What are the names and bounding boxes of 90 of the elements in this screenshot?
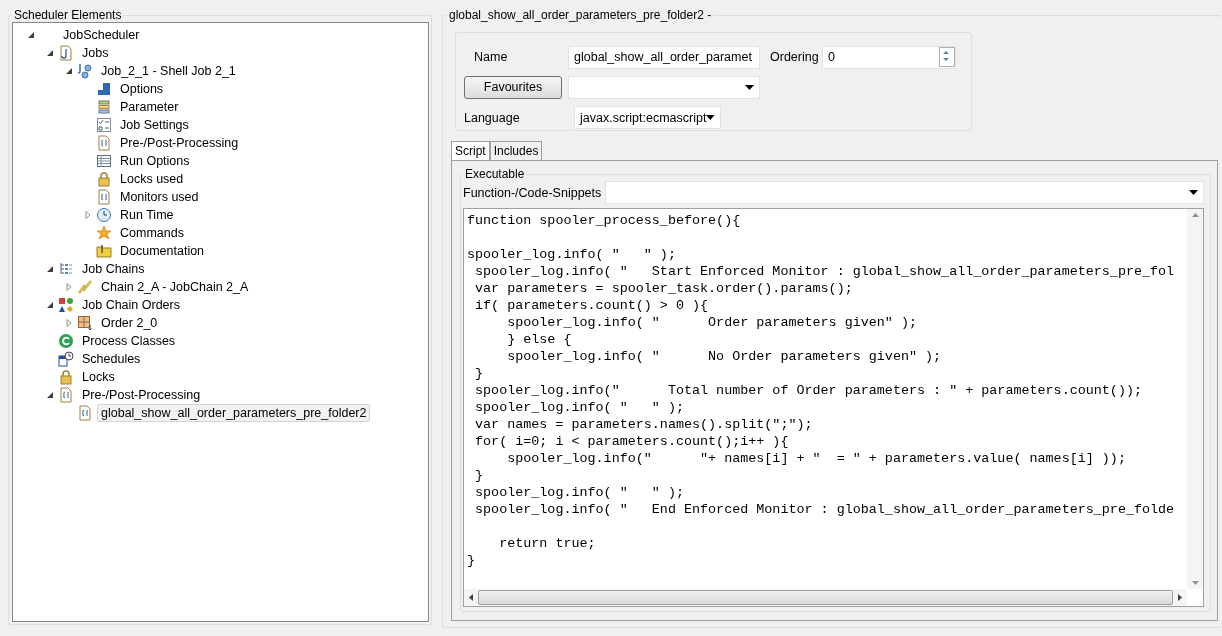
tree-item[interactable]: Locks (78, 368, 119, 386)
script-icon (96, 135, 112, 151)
calendar-icon (58, 351, 74, 367)
code-line: } (474, 467, 485, 484)
table-icon (96, 153, 112, 169)
panel-title: global_show_all_order_parameters_pre_folder2 - (448, 8, 713, 22)
tree-item[interactable]: Schedules (78, 350, 145, 368)
code-line: } (467, 552, 477, 569)
script-icon (77, 405, 93, 421)
collapse-arrow-icon[interactable] (46, 301, 54, 309)
panel-title: Scheduler Elements (13, 8, 123, 22)
code-line: var parameters = spooler_task.order().params(); (474, 280, 854, 297)
script-icon (58, 387, 74, 403)
tree-item[interactable]: Pre-/Post-Processing (78, 386, 205, 404)
folder-icon (96, 243, 112, 259)
tree-item[interactable]: Run Time (116, 206, 178, 224)
chain-icon (77, 279, 93, 295)
tree-item[interactable]: Commands (116, 224, 188, 242)
expand-arrow-icon[interactable] (84, 211, 92, 219)
star-icon (96, 225, 112, 241)
tree-item[interactable]: global_show_all_order_parameters_pre_folder2 (97, 404, 371, 422)
clock-icon (96, 207, 112, 223)
tree-item[interactable]: Run Options (116, 152, 194, 170)
collapse-arrow-icon[interactable] (46, 391, 54, 399)
code-line: var names = parameters.names().split(";"); (474, 416, 814, 433)
collapse-arrow-icon[interactable] (46, 49, 54, 57)
name-field[interactable]: global_show_all_order_paramet (568, 45, 760, 69)
scroll-left-icon[interactable] (466, 593, 476, 602)
language-label: Language (464, 110, 521, 125)
code-line: function spooler_process_before(){ (467, 212, 742, 229)
circle-icon (58, 333, 74, 349)
code-line: if( parameters.count() > 0 ){ (474, 297, 710, 314)
script-icon (96, 189, 112, 205)
tree-item[interactable]: Monitors used (116, 188, 203, 206)
code-line: } else { (506, 331, 573, 348)
document-icon (58, 45, 74, 61)
stack-icon (96, 99, 112, 115)
tree-item[interactable]: Jobs (78, 44, 113, 62)
expand-arrow-icon[interactable] (65, 319, 73, 327)
snippets-label: Function-/Code-Snippets (463, 185, 602, 200)
expand-arrow-icon[interactable] (65, 283, 73, 291)
tree-item[interactable]: JobScheduler (59, 26, 144, 44)
circles-icon (77, 63, 93, 79)
tree-item[interactable]: Locks used (116, 170, 188, 188)
code-line: spooler_log.info( " " ); (474, 484, 685, 501)
tree-item[interactable]: Process Classes (78, 332, 180, 350)
favourites-button[interactable]: Favourites (464, 76, 562, 99)
name-label: Name (473, 50, 509, 65)
tab[interactable]: Includes (489, 141, 543, 160)
vertical-scrollbar[interactable] (1187, 209, 1203, 589)
tree-item[interactable]: Chain 2_A - JobChain 2_A (97, 278, 253, 296)
code-line: spooler_log.info( " " ); (474, 399, 685, 416)
tree-item[interactable]: Order 2_0 (97, 314, 162, 332)
code-line: for( i=0; i < parameters.count();i++ ){ (474, 433, 790, 450)
tree-item[interactable]: Job Chains (78, 260, 149, 278)
dropdown-arrow-icon[interactable] (706, 115, 715, 121)
tree-item[interactable]: Job Settings (116, 116, 193, 134)
dropdown-arrow-icon[interactable] (1189, 190, 1198, 195)
code-line: spooler_log.info(" Total number of Order parameters : " + parameters.count()); (474, 382, 1143, 399)
dropdown-arrow-icon[interactable] (745, 85, 754, 90)
collapse-arrow-icon[interactable] (27, 31, 35, 39)
shapes-icon (58, 297, 74, 313)
code-line: spooler_log.info(" "+ names[i] + " = " + parameters.value( names[i] )); (506, 450, 1127, 467)
code-line: } (474, 365, 485, 382)
tree-item[interactable]: Parameter (116, 98, 183, 116)
code-line: spooler_log.info( " Order parameters given" ); (506, 314, 918, 331)
horizontal-scrollbar[interactable] (464, 589, 1187, 606)
tree-item[interactable]: Job_2_1 - Shell Job 2_1 (97, 62, 240, 80)
collapse-arrow-icon[interactable] (65, 67, 73, 75)
code-line: spooler_log.info( " No Order parameters given" ); (506, 348, 943, 365)
group-title: Executable (464, 167, 526, 181)
tree-item[interactable]: Job Chain Orders (78, 296, 184, 314)
ordering-spinner[interactable]: 0 (822, 45, 956, 69)
code-line: spooler_log.info( " Start Enforced Monitor : global_show_all_order_parameters_pre_fol (474, 263, 1176, 280)
grid-icon (77, 315, 93, 331)
scroll-right-icon[interactable] (1175, 593, 1185, 602)
collapse-arrow-icon[interactable] (46, 265, 54, 273)
tree-item[interactable]: Documentation (116, 242, 209, 260)
padlock-icon (58, 369, 74, 385)
code-line: spooler_log.info( " " ); (467, 246, 677, 263)
hierarchy-icon (58, 261, 74, 277)
code-line: return true; (498, 535, 597, 552)
language-dropdown[interactable]: javax.script:ecmascript (574, 106, 721, 130)
tree-item[interactable]: Options (116, 80, 168, 98)
checklist-icon (96, 117, 112, 133)
ordering-label: Ordering (769, 50, 820, 65)
tree-item[interactable]: Pre-/Post-Processing (116, 134, 243, 152)
padlock-icon (96, 171, 112, 187)
tab[interactable]: Script (451, 141, 490, 160)
code-line: spooler_log.info( " End Enforced Monitor : global_show_all_order_parameters_pre_folde (474, 501, 1176, 518)
